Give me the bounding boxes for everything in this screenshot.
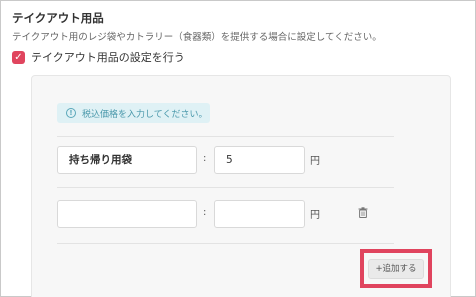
divider bbox=[57, 136, 394, 137]
highlight-box bbox=[360, 249, 432, 288]
item-name-input[interactable]: 持ち帰り用袋 bbox=[57, 146, 197, 174]
item-name-input[interactable] bbox=[57, 200, 197, 228]
tax-notice: ! 税込価格を入力してください。 bbox=[57, 103, 210, 123]
separator: : bbox=[203, 207, 207, 218]
item-price-input[interactable] bbox=[214, 200, 305, 228]
section-description: テイクアウト用のレジ袋やカトラリー（食器類）を提供する場合に設定してください。 bbox=[12, 32, 382, 43]
yen-unit: 円 bbox=[310, 210, 320, 221]
takeout-settings-toggle[interactable]: ✓ テイクアウト用品の設定を行う bbox=[12, 49, 185, 65]
divider bbox=[57, 187, 394, 188]
separator: : bbox=[203, 153, 207, 164]
check-icon[interactable]: ✓ bbox=[12, 50, 25, 64]
checkbox-label: テイクアウト用品の設定を行う bbox=[31, 51, 185, 64]
divider bbox=[57, 243, 394, 244]
section-title: テイクアウト用品 bbox=[12, 11, 104, 25]
notice-text: 税込価格を入力してください。 bbox=[82, 109, 208, 120]
trash-icon[interactable] bbox=[358, 207, 368, 218]
info-icon: ! bbox=[66, 108, 76, 118]
item-price-input[interactable]: 5 bbox=[214, 146, 305, 174]
yen-unit: 円 bbox=[310, 156, 320, 167]
